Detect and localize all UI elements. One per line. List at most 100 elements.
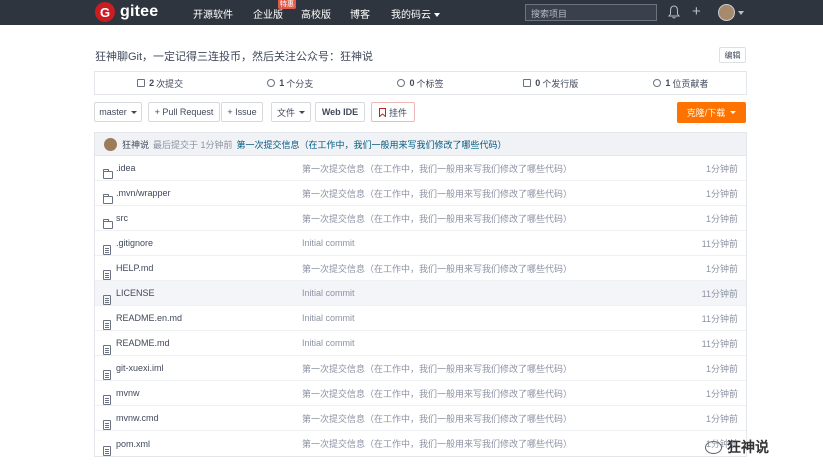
gitee-logo-text: gitee — [120, 3, 159, 20]
pull-request-button[interactable]: + Pull Request — [148, 102, 220, 122]
file-name-link[interactable]: mvnw.cmd — [116, 413, 159, 423]
file-commit-time: 1分钟前 — [705, 413, 738, 424]
widget-button-label: 挂件 — [388, 107, 407, 118]
file-row[interactable]: .gitignore Initial commit 11分钟前 — [95, 231, 746, 256]
file-row[interactable]: README.en.md Initial commit 11分钟前 — [95, 306, 746, 331]
folder-icon — [103, 169, 113, 179]
file-commit-message[interactable]: 第一次提交信息（在工作中，我们一般用来写我们修改了哪些代码） — [302, 212, 572, 225]
file-name-link[interactable]: .idea — [116, 163, 136, 173]
web-ide-button[interactable]: Web IDE — [315, 102, 365, 122]
file-row[interactable]: pom.xml 第一次提交信息（在工作中，我们一般用来写我们修改了哪些代码） 1分钟… — [95, 431, 746, 456]
edit-description-button[interactable]: 编辑 — [719, 47, 746, 63]
commit-author[interactable]: 狂神说 — [122, 138, 149, 151]
chevron-down-icon — [130, 110, 137, 114]
commit-icon — [137, 79, 146, 87]
wechat-watermark: 狂神说 — [705, 437, 769, 457]
stat-tags-count: 0 — [409, 78, 415, 88]
commit-time: 最后提交于 1分钟前 — [153, 139, 233, 150]
file-row[interactable]: .idea 第一次提交信息（在工作中，我们一般用来写我们修改了哪些代码） 1分钟前 — [95, 156, 746, 181]
nav-blog[interactable]: 博客 — [350, 6, 370, 21]
file-name-link[interactable]: LICENSE — [116, 288, 155, 298]
tag-icon — [397, 79, 406, 87]
folder-icon — [103, 219, 113, 229]
file-name-link[interactable]: .mvn/wrapper — [116, 188, 171, 198]
repo-stats-bar: 2 次提交 1 个分支 0 个标签 0 个发行版 1 位贡献者 — [94, 71, 747, 95]
file-name-link[interactable]: src — [116, 213, 128, 223]
gitee-logo-icon: G — [95, 2, 115, 22]
clone-download-button[interactable]: 克隆/下载 — [677, 102, 746, 123]
wechat-icon — [705, 440, 722, 454]
search-input[interactable]: 搜索项目 — [525, 4, 657, 21]
file-commit-message[interactable]: 第一次提交信息（在工作中，我们一般用来写我们修改了哪些代码） — [302, 187, 572, 200]
nav-open-source[interactable]: 开源软件 — [193, 6, 233, 21]
file-commit-message[interactable]: 第一次提交信息（在工作中，我们一般用来写我们修改了哪些代码） — [302, 362, 572, 375]
file-name-link[interactable]: git-xuexi.iml — [116, 363, 164, 373]
file-commit-time: 1分钟前 — [705, 213, 738, 224]
chevron-down-icon — [730, 111, 737, 114]
file-name-link[interactable]: .gitignore — [116, 238, 153, 248]
chevron-down-icon[interactable] — [738, 11, 744, 15]
file-icon — [103, 320, 111, 330]
branch-select[interactable]: master — [94, 102, 142, 122]
stat-releases[interactable]: 0 个发行版 — [486, 72, 616, 94]
file-commit-message[interactable]: 第一次提交信息（在工作中，我们一般用来写我们修改了哪些代码） — [302, 412, 572, 425]
file-commit-time: 11分钟前 — [701, 313, 738, 324]
file-commit-time: 1分钟前 — [705, 163, 738, 174]
file-commit-message[interactable]: 第一次提交信息（在工作中，我们一般用来写我们修改了哪些代码） — [302, 162, 572, 175]
file-commit-time: 1分钟前 — [705, 363, 738, 374]
file-row[interactable]: mvnw.cmd 第一次提交信息（在工作中，我们一般用来写我们修改了哪些代码） 1分… — [95, 406, 746, 431]
file-row[interactable]: .mvn/wrapper 第一次提交信息（在工作中，我们一般用来写我们修改了哪些代… — [95, 181, 746, 206]
file-menu-button[interactable]: 文件 — [271, 102, 311, 122]
stat-releases-count: 0 — [535, 78, 541, 88]
plus-icon[interactable]: + — [692, 4, 701, 19]
latest-commit-bar: 狂神说 最后提交于 1分钟前 第一次提交信息（在工作中，我们一般用来写我们修改了… — [94, 132, 747, 156]
nav-university[interactable]: 高校版 — [301, 6, 331, 21]
file-icon — [103, 345, 111, 355]
stat-contributors-label: 位贡献者 — [672, 78, 709, 89]
file-commit-message[interactable]: Initial commit — [302, 313, 355, 323]
file-row[interactable]: git-xuexi.iml 第一次提交信息（在工作中，我们一般用来写我们修改了哪些… — [95, 356, 746, 381]
branch-select-label: master — [99, 107, 127, 117]
folder-icon — [103, 194, 113, 204]
file-commit-message[interactable]: 第一次提交信息（在工作中，我们一般用来写我们修改了哪些代码） — [302, 262, 572, 275]
user-avatar[interactable] — [718, 4, 735, 21]
file-commit-message[interactable]: 第一次提交信息（在工作中，我们一般用来写我们修改了哪些代码） — [302, 437, 572, 450]
file-commit-time: 11分钟前 — [701, 238, 738, 249]
file-icon — [103, 245, 111, 255]
commit-message-link[interactable]: 第一次提交信息（在工作中，我们一般用来写我们修改了哪些代码） — [237, 138, 507, 151]
file-commit-time: 1分钟前 — [705, 388, 738, 399]
stat-branches[interactable]: 1 个分支 — [225, 72, 355, 94]
file-row[interactable]: mvnw 第一次提交信息（在工作中，我们一般用来写我们修改了哪些代码） 1分钟前 — [95, 381, 746, 406]
gitee-logo[interactable]: G gitee — [95, 2, 158, 22]
file-row[interactable]: HELP.md 第一次提交信息（在工作中，我们一般用来写我们修改了哪些代码） 1分钟… — [95, 256, 746, 281]
file-commit-message[interactable]: Initial commit — [302, 338, 355, 348]
stat-contributors-count: 1 — [665, 78, 671, 88]
file-commit-time: 11分钟前 — [701, 288, 738, 299]
file-name-link[interactable]: mvnw — [116, 388, 140, 398]
file-commit-message[interactable]: Initial commit — [302, 288, 355, 298]
file-icon — [103, 270, 111, 280]
widget-button[interactable]: 挂件 — [371, 102, 415, 122]
bell-icon[interactable] — [668, 5, 680, 19]
file-row[interactable]: src 第一次提交信息（在工作中，我们一般用来写我们修改了哪些代码） 1分钟前 — [95, 206, 746, 231]
file-row[interactable]: README.md Initial commit 11分钟前 — [95, 331, 746, 356]
file-icon — [103, 370, 111, 380]
stat-tags[interactable]: 0 个标签 — [355, 72, 485, 94]
file-name-link[interactable]: README.en.md — [116, 313, 182, 323]
stat-contributors[interactable]: 1 位贡献者 — [616, 72, 746, 94]
stat-branches-label: 个分支 — [286, 78, 314, 89]
issue-button[interactable]: + Issue — [221, 102, 263, 122]
file-icon — [103, 420, 111, 430]
file-commit-message[interactable]: 第一次提交信息（在工作中，我们一般用来写我们修改了哪些代码） — [302, 387, 572, 400]
file-row[interactable]: LICENSE Initial commit 11分钟前 — [95, 281, 746, 306]
file-name-link[interactable]: pom.xml — [116, 439, 150, 449]
file-name-link[interactable]: HELP.md — [116, 263, 153, 273]
file-commit-message[interactable]: Initial commit — [302, 238, 355, 248]
file-name-link[interactable]: README.md — [116, 338, 170, 348]
file-icon — [103, 395, 111, 405]
stat-commits[interactable]: 2 次提交 — [95, 72, 225, 94]
repo-description: 狂神聊Git，一定记得三连投币，然后关注公众号：狂神说 — [95, 51, 374, 63]
nav-my-gitee[interactable]: 我的码云 — [391, 6, 440, 21]
chevron-down-icon — [434, 13, 440, 18]
commit-author-avatar[interactable] — [104, 137, 117, 151]
